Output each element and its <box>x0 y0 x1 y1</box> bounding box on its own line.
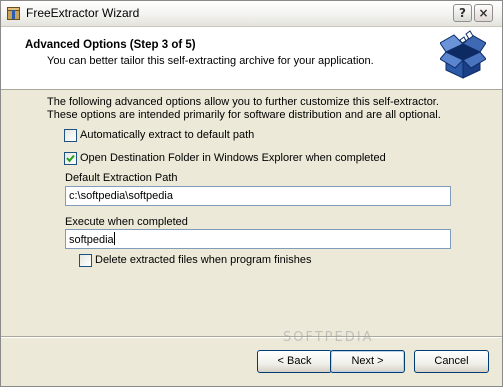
options-panel: The following advanced options allow you… <box>1 90 502 335</box>
back-button[interactable]: < Back <box>257 350 332 373</box>
package-box-icon <box>440 30 486 79</box>
text-caret <box>113 232 115 245</box>
step-subtitle: You can better tailor this self-extracti… <box>47 55 374 67</box>
step-title: Advanced Options (Step 3 of 5) <box>25 39 196 51</box>
execute-label: Execute when completed <box>65 216 188 228</box>
window-title: FreeExtractor Wizard <box>26 6 140 20</box>
watermark: SOFTPEDIA <box>283 330 374 345</box>
intro-line-2: These options are intended primarily for… <box>47 109 441 121</box>
open-folder-label: Open Destination Folder in Windows Explo… <box>80 152 386 164</box>
execute-value: softpedia <box>69 234 114 246</box>
default-path-value: c:\softpedia\softpedia <box>69 190 173 202</box>
footer-separator <box>1 336 502 338</box>
app-icon <box>7 7 20 20</box>
default-path-label: Default Extraction Path <box>65 172 178 184</box>
help-button[interactable]: ? <box>453 4 472 22</box>
cancel-button[interactable]: Cancel <box>414 350 489 373</box>
auto-extract-label: Automatically extract to default path <box>80 129 255 141</box>
checkmark-icon <box>66 154 75 163</box>
intro-line-1: The following advanced options allow you… <box>47 96 439 108</box>
close-button[interactable]: × <box>474 4 493 22</box>
auto-extract-checkbox[interactable] <box>64 129 77 142</box>
intro-text: The following advanced options allow you… <box>47 96 441 122</box>
close-icon: × <box>478 6 489 20</box>
execute-input[interactable]: softpedia <box>65 229 451 249</box>
wizard-header: Advanced Options (Step 3 of 5) You can b… <box>1 27 502 90</box>
next-button[interactable]: Next > <box>330 350 405 373</box>
default-path-input[interactable]: c:\softpedia\softpedia <box>65 186 451 206</box>
delete-files-label: Delete extracted files when program fini… <box>95 254 312 266</box>
delete-files-checkbox[interactable] <box>79 254 92 267</box>
open-folder-checkbox[interactable] <box>64 152 77 165</box>
title-bar[interactable]: FreeExtractor Wizard ? × <box>1 1 502 27</box>
wizard-window: FreeExtractor Wizard ? × Advanced Option… <box>0 0 503 387</box>
help-icon: ? <box>459 6 466 20</box>
